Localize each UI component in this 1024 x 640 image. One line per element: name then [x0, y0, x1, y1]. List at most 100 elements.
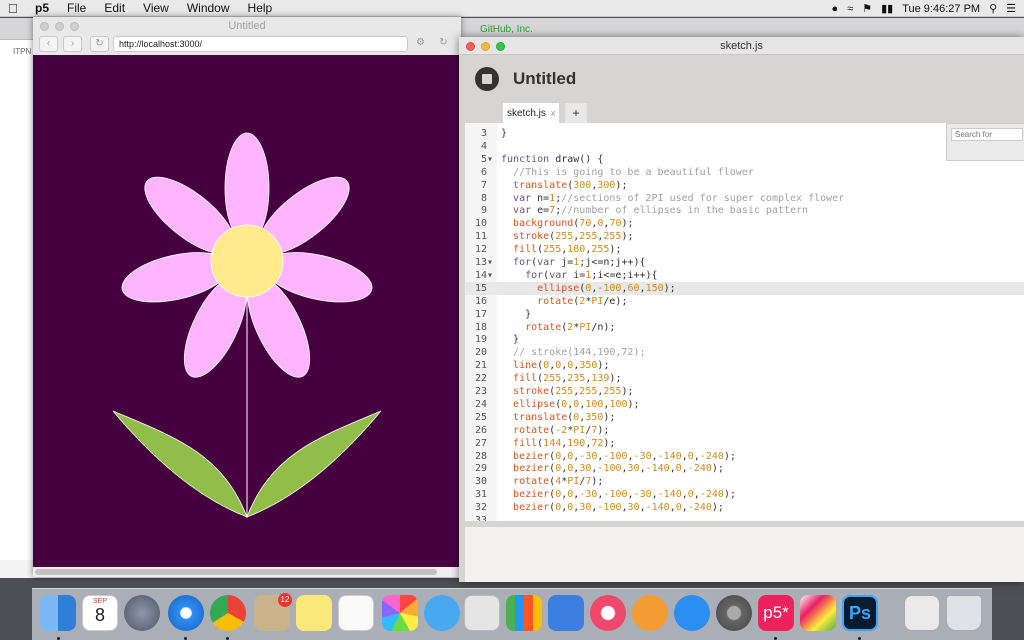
menu-edit[interactable]: Edit: [95, 1, 134, 15]
itunes-icon[interactable]: [590, 595, 626, 631]
textedit-icon[interactable]: [464, 595, 500, 631]
code-line[interactable]: 4: [465, 140, 1024, 153]
close-button[interactable]: [40, 22, 49, 31]
app-store-icon[interactable]: [674, 595, 710, 631]
forward-button[interactable]: ›: [63, 36, 82, 52]
code-line[interactable]: 27 fill(144,190,72);: [465, 437, 1024, 450]
code-line[interactable]: 3 }: [465, 127, 1024, 140]
photoshop-icon[interactable]: Ps: [842, 595, 878, 631]
code-line[interactable]: 13▾ for(var j=1;j<=n;j++){: [465, 256, 1024, 269]
zoom-button[interactable]: [70, 22, 79, 31]
code-line[interactable]: 26 rotate(-2*PI/7);: [465, 424, 1024, 437]
code-line[interactable]: 22 fill(255,235,139);: [465, 372, 1024, 385]
reload-icon[interactable]: ↻: [90, 36, 109, 52]
code-line[interactable]: 11 stroke(255,255,255);: [465, 230, 1024, 243]
colorsync-icon[interactable]: [800, 595, 836, 631]
safari-icon[interactable]: [168, 595, 204, 631]
launchpad-icon[interactable]: [124, 595, 160, 631]
trash-icon[interactable]: [946, 595, 982, 631]
sketch-canvas[interactable]: [33, 55, 461, 567]
line-number: 14▾: [474, 269, 493, 281]
keynote-icon[interactable]: [548, 595, 584, 631]
books-icon[interactable]: [632, 595, 668, 631]
code-line[interactable]: 15 ellipse(0,-100,60,150);: [465, 281, 1024, 295]
code-line[interactable]: 18 rotate(2*PI/n);: [465, 321, 1024, 334]
code-line[interactable]: 9 var e=7;//number of ellipses in the ba…: [465, 204, 1024, 217]
wifi-icon[interactable]: ≈: [847, 3, 853, 15]
code-line[interactable]: 25 translate(0,350);: [465, 411, 1024, 424]
code-line[interactable]: 7 translate(300,300);: [465, 179, 1024, 192]
code-editor[interactable]: 3 } 4 5▾ function draw() {6 //This is goin…: [465, 123, 1024, 521]
code-line[interactable]: 17 }: [465, 308, 1024, 321]
line-number: 10: [474, 218, 493, 230]
battery-icon[interactable]: ▮▮: [881, 2, 893, 15]
menu-file[interactable]: File: [58, 1, 95, 15]
code-line[interactable]: 32 bezier(0,0,30,-100,30,-140,0,-240);: [465, 501, 1024, 514]
photos-icon[interactable]: [382, 595, 418, 631]
preview-icon[interactable]: [904, 595, 940, 631]
code-line[interactable]: 14▾ for(var i=1;i<=e;i++){: [465, 269, 1024, 282]
add-tab-button[interactable]: +: [565, 103, 587, 123]
menu-help[interactable]: Help: [239, 1, 282, 15]
code-line[interactable]: 6 //This is going to be a beautiful flow…: [465, 166, 1024, 179]
system-preferences-icon[interactable]: [716, 595, 752, 631]
code-line[interactable]: 23 stroke(255,255,255);: [465, 385, 1024, 398]
finder-icon[interactable]: [40, 595, 76, 631]
gear-icon[interactable]: ⚙: [411, 36, 430, 52]
code-line[interactable]: 33: [465, 514, 1024, 521]
background-sidebar-label: ITPN: [13, 47, 32, 56]
flower-drawing: [112, 132, 382, 518]
apple-icon[interactable]: : [0, 1, 26, 16]
scrollbar-thumb[interactable]: [35, 569, 437, 575]
tab-sketch-js[interactable]: sketch.js x: [503, 103, 559, 123]
clock[interactable]: Tue 9:46:27 PM: [902, 3, 980, 15]
menu-window[interactable]: Window: [178, 1, 239, 15]
line-number: 3: [480, 128, 493, 139]
code-line[interactable]: 28 bezier(0,0,-30,-100,-30,-140,0,-240);: [465, 450, 1024, 463]
editor-minimize-button[interactable]: [481, 42, 490, 51]
code-line[interactable]: 30 rotate(4*PI/7);: [465, 475, 1024, 488]
creative-cloud-icon[interactable]: ●: [832, 3, 839, 15]
code-line[interactable]: 29 bezier(0,0,30,-100,30,-140,0,-240);: [465, 462, 1024, 475]
menu-view[interactable]: View: [134, 1, 178, 15]
code-line[interactable]: 10 background(70,0,70);: [465, 217, 1024, 230]
back-button[interactable]: ‹: [39, 36, 58, 52]
code-line[interactable]: 19 }: [465, 333, 1024, 346]
chrome-icon[interactable]: [210, 595, 246, 631]
code-text: bezier(0,0,-30,-100,-30,-140,0,-240);: [513, 489, 736, 501]
tab-close-icon[interactable]: x: [551, 108, 556, 118]
flower-center: [210, 224, 284, 298]
p5-icon[interactable]: p5*: [758, 595, 794, 631]
code-line[interactable]: 12 fill(255,180,255);: [465, 243, 1024, 256]
horizontal-scrollbar[interactable]: [33, 567, 461, 577]
code-text: rotate(-2*PI/7);: [513, 424, 610, 436]
url-field[interactable]: http://localhost:3000/: [113, 36, 408, 52]
editor-zoom-button[interactable]: [496, 42, 505, 51]
calendar-month: SEP: [92, 598, 107, 605]
minimize-button[interactable]: [55, 22, 64, 31]
code-line[interactable]: 21 line(0,0,0,350);: [465, 359, 1024, 372]
code-line[interactable]: 5▾ function draw() {: [465, 153, 1024, 166]
code-line[interactable]: 31 bezier(0,0,-30,-100,-30,-140,0,-240);: [465, 488, 1024, 501]
messages-icon[interactable]: [424, 595, 460, 631]
notification-center-icon[interactable]: ☰: [1006, 2, 1016, 15]
numbers-icon[interactable]: [506, 595, 542, 631]
code-line[interactable]: 16 rotate(2*PI/e);: [465, 295, 1024, 308]
code-line[interactable]: 20 // stroke(144,190,72);: [465, 346, 1024, 359]
spotlight-icon[interactable]: ⚲: [989, 2, 997, 15]
editor-window: sketch.js Untitled sketch.js x + 3 } 4 5▾ f…: [459, 37, 1024, 582]
stop-button[interactable]: [475, 67, 499, 91]
calendar-icon[interactable]: SEP 8: [82, 595, 118, 631]
background-sidebar: ITPN: [0, 40, 34, 560]
github-tab-label[interactable]: GitHub, Inc.: [480, 24, 533, 35]
search-input[interactable]: [951, 128, 1023, 141]
refresh-icon[interactable]: ↻: [434, 36, 453, 52]
notes-icon[interactable]: [296, 595, 332, 631]
line-number: 16: [474, 295, 493, 307]
flag-icon[interactable]: ⚑: [862, 2, 872, 15]
code-line[interactable]: 24 ellipse(0,0,100,100);: [465, 398, 1024, 411]
editor-close-button[interactable]: [466, 42, 475, 51]
code-line[interactable]: 8 var n=1;//sections of 2PI used for sup…: [465, 192, 1024, 205]
menu-app-p5[interactable]: p5: [26, 1, 58, 15]
reminders-icon[interactable]: [338, 595, 374, 631]
